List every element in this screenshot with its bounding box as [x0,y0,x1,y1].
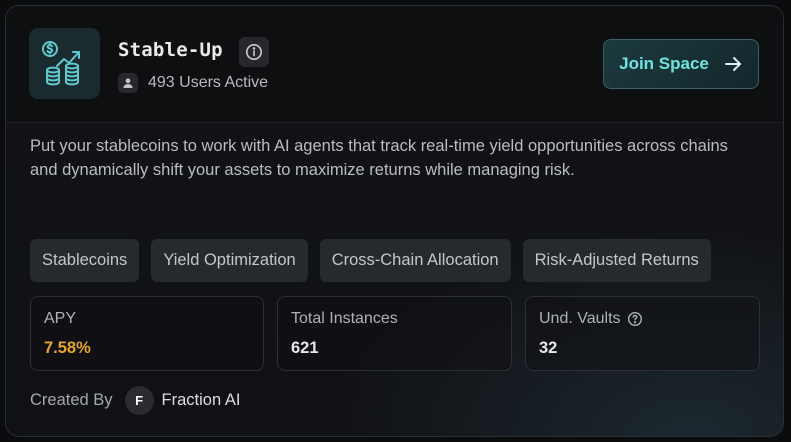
stat-total-instances: Total Instances 621 [277,296,512,371]
stat-vaults-header: Und. Vaults [539,310,643,328]
stat-vaults-value: 32 [539,339,558,357]
created-by-row: Created By F Fraction AI [30,386,240,415]
stat-apy: APY 7.58% [30,296,264,371]
coins-growth-icon [41,40,80,85]
stat-apy-value: 7.58% [44,339,91,357]
info-button[interactable] [239,37,269,67]
join-space-button[interactable]: Join Space [603,39,759,89]
stat-instances-label: Total Instances [291,310,398,327]
space-title: Stable-Up [118,39,223,61]
stat-apy-label: APY [44,310,77,327]
creator-avatar: F [124,386,154,415]
info-icon [246,44,262,60]
card-header: Stable-Up 493 Users Active Join Space [6,6,783,123]
space-card: Stable-Up 493 Users Active Join Space Pu… [5,5,784,437]
user-icon [118,73,138,93]
stat-vaults-label: Und. Vaults [539,310,621,327]
creator-name[interactable]: Fraction AI [162,391,241,410]
stat-instances-value: 621 [291,339,319,357]
users-active-row: 493 Users Active [118,73,268,93]
space-logo [29,28,100,99]
question-circle-icon[interactable] [627,311,643,327]
stat-und-vaults: Und. Vaults 32 [525,296,760,371]
tag-cross-chain-allocation[interactable]: Cross-Chain Allocation [319,239,511,282]
tag-risk-adjusted-returns[interactable]: Risk-Adjusted Returns [522,239,711,282]
tag-yield-optimization[interactable]: Yield Optimization [151,239,308,282]
join-space-label: Join Space [619,54,709,73]
space-description: Put your stablecoins to work with AI age… [30,137,728,179]
created-by-label: Created By [30,391,113,409]
tag-stablecoins[interactable]: Stablecoins [30,239,140,282]
tag-list: Stablecoins Yield Optimization Cross-Cha… [30,239,723,282]
users-active-count: 493 Users Active [148,74,269,91]
arrow-right-icon [724,57,741,71]
